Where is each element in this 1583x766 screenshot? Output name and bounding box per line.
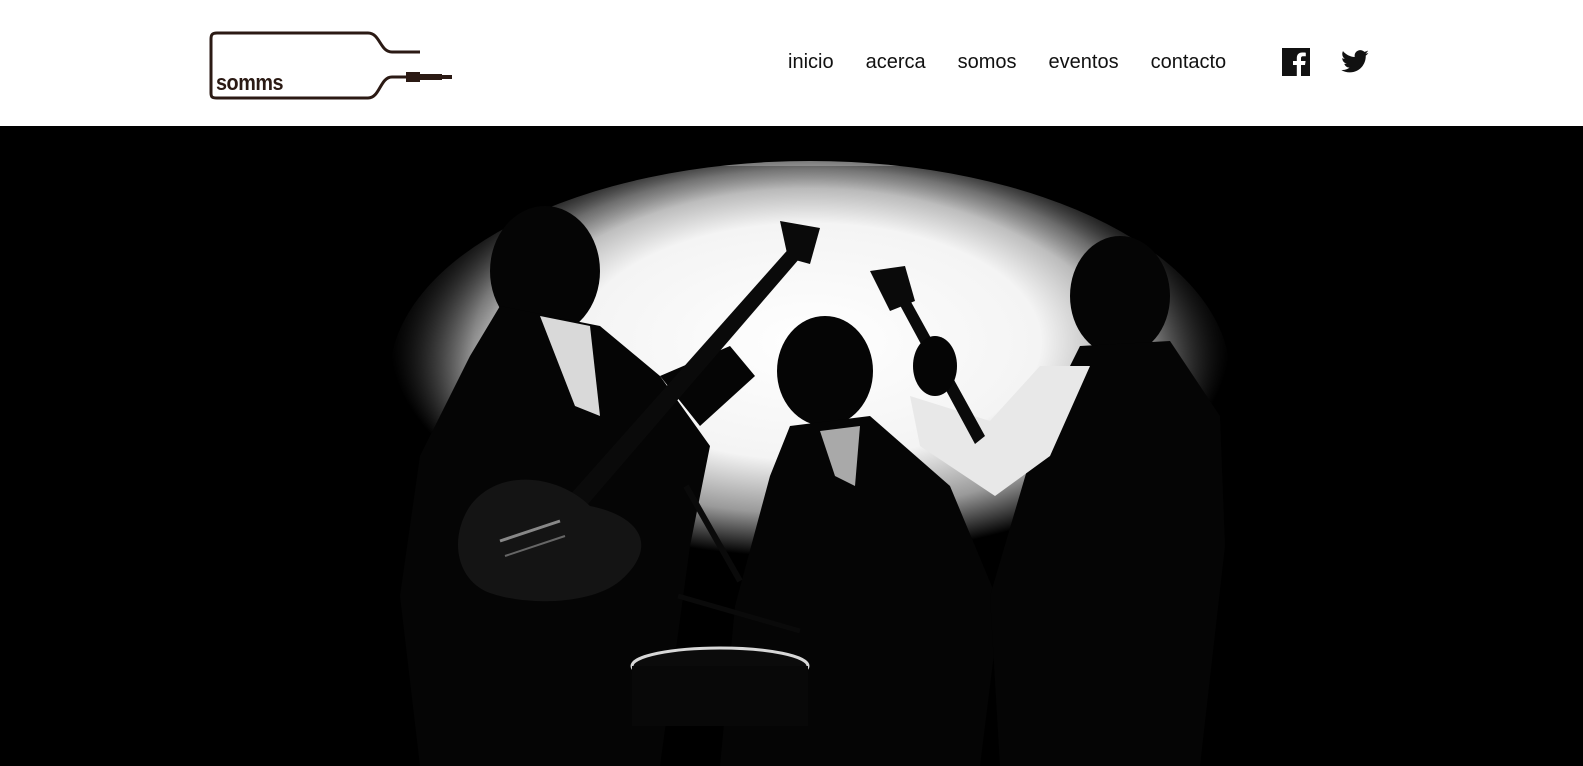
facebook-icon[interactable]: [1281, 47, 1311, 77]
nav-item-somos[interactable]: somos: [958, 47, 1017, 77]
twitter-icon[interactable]: [1340, 47, 1370, 77]
nav-item-contacto[interactable]: contacto: [1151, 47, 1227, 77]
site-header: somms inicio acerca somos eventos contac…: [0, 0, 1583, 126]
nav-item-inicio[interactable]: inicio: [788, 47, 834, 77]
hero-image: [0, 126, 1583, 766]
band-silhouette-photo: [0, 126, 1583, 766]
nav-item-eventos[interactable]: eventos: [1049, 47, 1119, 77]
logo[interactable]: somms: [208, 30, 458, 104]
logo-text: somms: [216, 70, 284, 95]
nav-item-acerca[interactable]: acerca: [866, 47, 926, 77]
main-nav: inicio acerca somos eventos contacto: [788, 47, 1258, 77]
